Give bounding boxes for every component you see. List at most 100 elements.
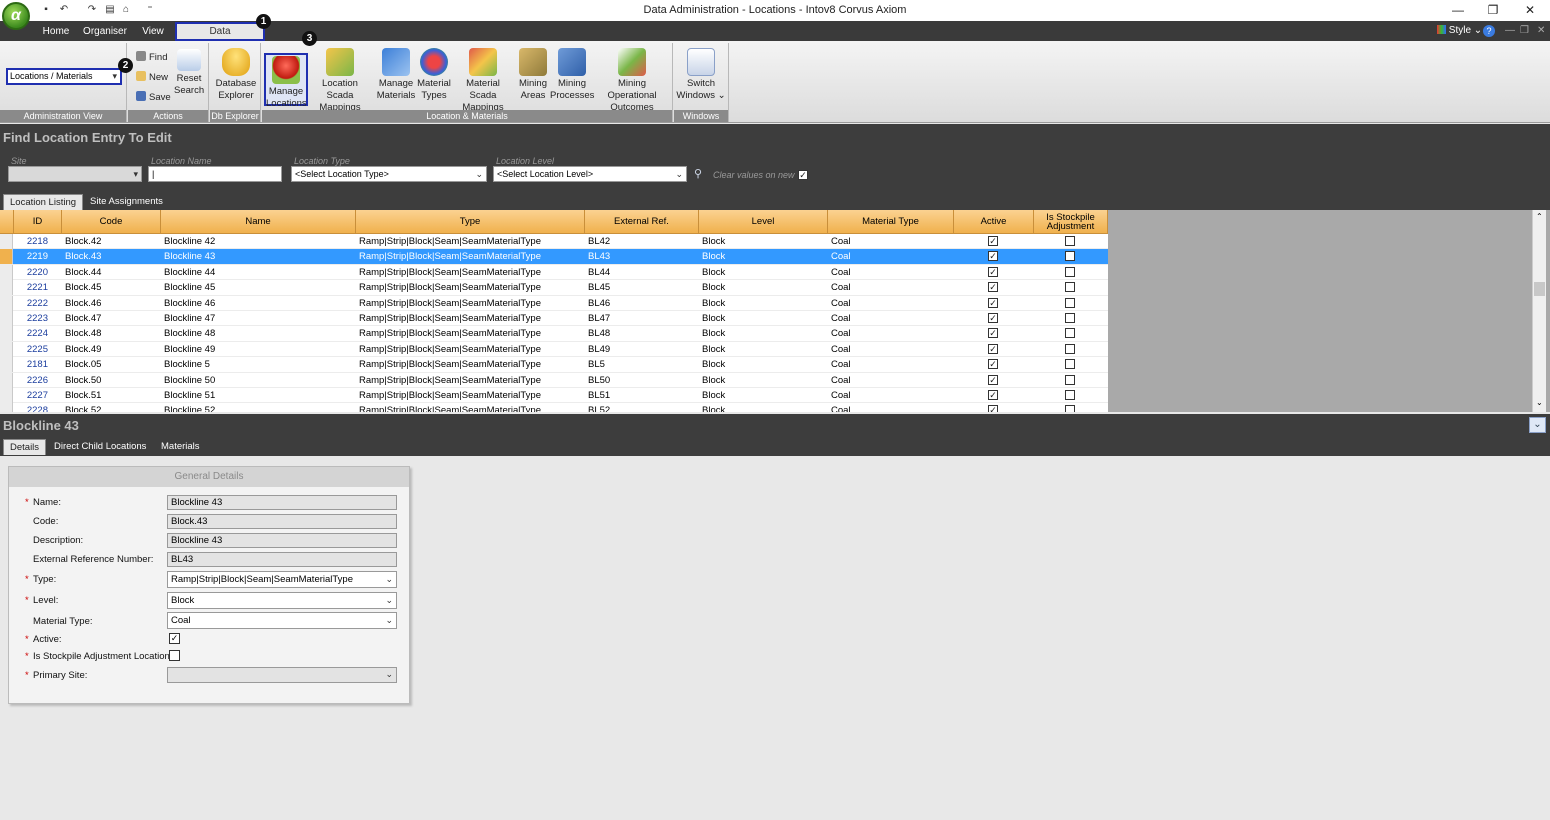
cell-type[interactable]: Ramp|Strip|Block|Seam|SeamMaterialType bbox=[356, 249, 585, 264]
cell-level[interactable]: Block bbox=[699, 326, 828, 341]
app-logo[interactable]: α bbox=[2, 2, 30, 30]
cell-code[interactable]: Block.42 bbox=[62, 234, 161, 249]
cell-id[interactable]: 2226 bbox=[14, 373, 62, 388]
cell-type[interactable]: Ramp|Strip|Block|Seam|SeamMaterialType bbox=[356, 280, 585, 295]
column-header-is-stockpile-adjustment[interactable]: Is Stockpile Adjustment bbox=[1034, 210, 1108, 234]
stockpile-checkbox[interactable] bbox=[1065, 251, 1075, 262]
cell-ext[interactable]: BL45 bbox=[585, 280, 699, 295]
row-selector[interactable] bbox=[0, 357, 13, 373]
active-checkbox[interactable]: ✓ bbox=[988, 359, 998, 370]
cell-code[interactable]: Block.50 bbox=[62, 373, 161, 388]
cell-name[interactable]: Blockline 52 bbox=[161, 403, 356, 412]
active-checkbox[interactable]: ✓ bbox=[988, 390, 998, 400]
tab-materials[interactable]: Materials bbox=[155, 439, 206, 455]
table-row[interactable]: 2219 Block.43 Blockline 43 Ramp|Strip|Block… bbox=[0, 249, 1108, 265]
tab-data-administration[interactable]: Data Administration bbox=[175, 22, 265, 52]
stockpile-checkbox[interactable] bbox=[1065, 390, 1075, 400]
cell-level[interactable]: Block bbox=[699, 296, 828, 311]
cell-ext[interactable]: BL50 bbox=[585, 373, 699, 388]
description-field[interactable]: Blockline 43 bbox=[167, 533, 397, 548]
cell-mat[interactable]: Coal bbox=[828, 357, 954, 372]
cell-mat[interactable]: Coal bbox=[828, 311, 954, 326]
help-icon[interactable]: ? bbox=[1483, 25, 1495, 37]
cell-level[interactable]: Block bbox=[699, 373, 828, 388]
cell-type[interactable]: Ramp|Strip|Block|Seam|SeamMaterialType bbox=[356, 388, 585, 403]
cell-mat[interactable]: Coal bbox=[828, 373, 954, 388]
code-field[interactable]: Block.43 bbox=[167, 514, 397, 529]
material-types-button[interactable]: Material Types bbox=[417, 48, 451, 102]
active-checkbox[interactable]: ✓ bbox=[988, 405, 998, 412]
column-header-external-ref[interactable]: External Ref. bbox=[585, 210, 699, 234]
tab-view[interactable]: View bbox=[138, 24, 168, 40]
cell-level[interactable]: Block bbox=[699, 234, 828, 249]
mining-areas-button[interactable]: Mining Areas bbox=[516, 48, 550, 102]
name-field[interactable]: Blockline 43 bbox=[167, 495, 397, 510]
cell-id[interactable]: 2228 bbox=[14, 403, 62, 412]
column-header-type[interactable]: Type bbox=[356, 210, 585, 234]
cell-code[interactable]: Block.43 bbox=[62, 249, 161, 264]
table-row[interactable]: 2224 Block.48 Blockline 48 Ramp|Strip|Block… bbox=[0, 326, 1108, 342]
cell-code[interactable]: Block.52 bbox=[62, 403, 161, 412]
cell-ext[interactable]: BL43 bbox=[585, 249, 699, 264]
cell-ext[interactable]: BL5 bbox=[585, 357, 699, 372]
cell-level[interactable]: Block bbox=[699, 249, 828, 264]
scroll-thumb[interactable] bbox=[1534, 282, 1545, 296]
location-name-input[interactable]: | bbox=[148, 166, 282, 182]
tab-organiser[interactable]: Organiser bbox=[82, 24, 128, 40]
mining-operational-outcomes-button[interactable]: Mining Operational Outcomes bbox=[594, 48, 670, 114]
search-icon[interactable]: ⚲ bbox=[694, 167, 702, 180]
column-header-code[interactable]: Code bbox=[62, 210, 161, 234]
minimize-icon[interactable]: — bbox=[1448, 2, 1468, 18]
cell-name[interactable]: Blockline 50 bbox=[161, 373, 356, 388]
stockpile-checkbox[interactable] bbox=[1065, 328, 1075, 339]
cell-level[interactable]: Block bbox=[699, 357, 828, 372]
admin-view-select[interactable]: Locations / Materials ▾ bbox=[6, 68, 122, 85]
cell-type[interactable]: Ramp|Strip|Block|Seam|SeamMaterialType bbox=[356, 265, 585, 280]
row-selector[interactable] bbox=[0, 264, 13, 280]
stockpile-checkbox[interactable] bbox=[1065, 297, 1075, 308]
column-header-name[interactable]: Name bbox=[161, 210, 356, 234]
database-explorer-button[interactable]: Database Explorer bbox=[212, 48, 260, 102]
cell-ext[interactable]: BL47 bbox=[585, 311, 699, 326]
row-selector[interactable] bbox=[0, 280, 13, 296]
stockpile-checkbox[interactable] bbox=[1065, 282, 1075, 293]
external-ref-field[interactable]: BL43 bbox=[167, 552, 397, 567]
find-button[interactable]: Find bbox=[136, 51, 167, 64]
cell-name[interactable]: Blockline 43 bbox=[161, 249, 356, 264]
stockpile-checkbox[interactable] bbox=[1065, 405, 1075, 412]
table-row[interactable]: 2226 Block.50 Blockline 50 Ramp|Strip|Block… bbox=[0, 372, 1108, 388]
cell-level[interactable]: Block bbox=[699, 311, 828, 326]
cell-id[interactable]: 2227 bbox=[14, 388, 62, 403]
clear-values-checkbox[interactable]: ✓ bbox=[798, 170, 808, 180]
cell-name[interactable]: Blockline 5 bbox=[161, 357, 356, 372]
cell-mat[interactable]: Coal bbox=[828, 234, 954, 249]
material-scada-mappings-button[interactable]: Material Scada Mappings bbox=[452, 48, 514, 114]
column-header-active[interactable]: Active bbox=[954, 210, 1034, 234]
cell-mat[interactable]: Coal bbox=[828, 296, 954, 311]
save-button[interactable]: Save bbox=[136, 91, 171, 104]
row-selector[interactable] bbox=[0, 249, 13, 265]
cell-type[interactable]: Ramp|Strip|Block|Seam|SeamMaterialType bbox=[356, 234, 585, 249]
table-row[interactable]: 2220 Block.44 Blockline 44 Ramp|Strip|Block… bbox=[0, 264, 1108, 281]
cell-code[interactable]: Block.48 bbox=[62, 326, 161, 341]
cell-level[interactable]: Block bbox=[699, 388, 828, 403]
row-selector[interactable] bbox=[0, 403, 13, 412]
active-checkbox[interactable]: ✓ bbox=[988, 328, 998, 339]
active-checkbox[interactable]: ✓ bbox=[169, 633, 180, 644]
cell-mat[interactable]: Coal bbox=[828, 265, 954, 280]
cell-ext[interactable]: BL48 bbox=[585, 326, 699, 341]
column-header-level[interactable]: Level bbox=[699, 210, 828, 234]
cell-type[interactable]: Ramp|Strip|Block|Seam|SeamMaterialType bbox=[356, 403, 585, 412]
tab-site-assignments[interactable]: Site Assignments bbox=[84, 194, 169, 210]
cell-level[interactable]: Block bbox=[699, 342, 828, 357]
table-row[interactable]: 2218 Block.42 Blockline 42 Ramp|Strip|Block… bbox=[0, 234, 1108, 250]
tab-location-listing[interactable]: Location Listing bbox=[3, 194, 84, 210]
cell-mat[interactable]: Coal bbox=[828, 326, 954, 341]
mining-processes-button[interactable]: Mining Processes bbox=[550, 48, 594, 102]
cell-ext[interactable]: BL49 bbox=[585, 342, 699, 357]
cell-code[interactable]: Block.46 bbox=[62, 296, 161, 311]
manage-locations-button[interactable]: Manage Locations bbox=[264, 53, 308, 109]
manage-materials-button[interactable]: Manage Materials bbox=[376, 48, 416, 102]
row-selector[interactable] bbox=[0, 234, 13, 249]
cell-name[interactable]: Blockline 45 bbox=[161, 280, 356, 295]
